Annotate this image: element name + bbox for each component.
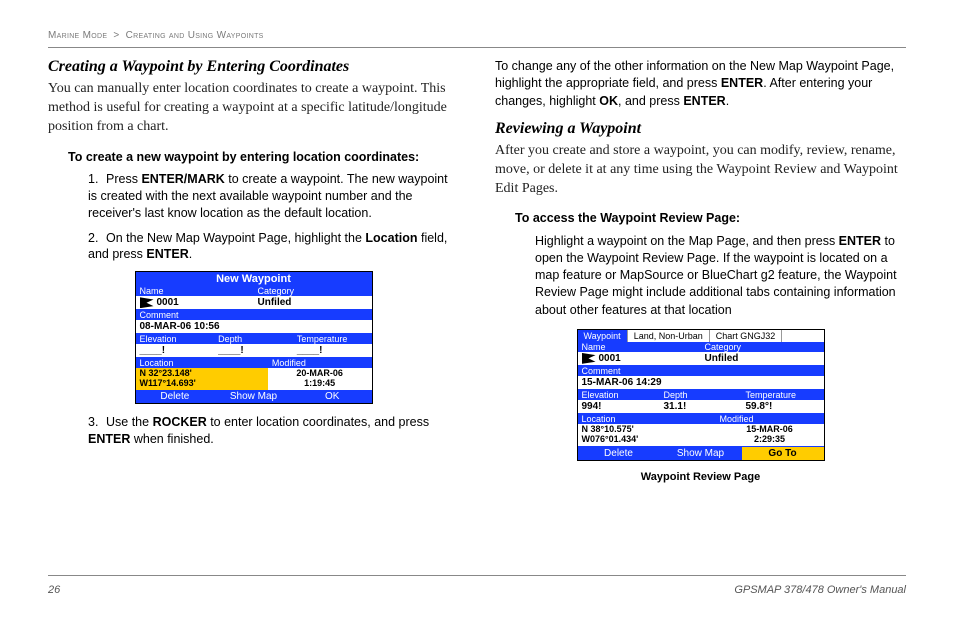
shot1-elev-field[interactable]: ____!	[136, 344, 215, 357]
shot2-tab-waypoint[interactable]: Waypoint	[578, 330, 628, 342]
shot2-tab-chart[interactable]: Chart GNGJ32	[710, 330, 783, 342]
header-rule	[48, 47, 906, 48]
shot2-elev-field[interactable]: 994!	[578, 400, 660, 413]
left-column: Creating a Waypoint by Entering Coordina…	[48, 58, 459, 483]
shot1-category-field[interactable]: Unfiled	[254, 296, 372, 309]
breadcrumb: Marine Mode > Creating and Using Waypoin…	[48, 30, 906, 41]
shot2-depth-field[interactable]: 31.1!	[660, 400, 742, 413]
step-1: 1.Press ENTER/MARK to create a waypoint.…	[88, 171, 459, 222]
heading-reviewing: Reviewing a Waypoint	[495, 120, 906, 138]
shot2-caption: Waypoint Review Page	[495, 471, 906, 483]
shot1-modified-field: 20-MAR-061:19:45	[268, 368, 372, 390]
right-column: To change any of the other information o…	[495, 58, 906, 483]
breadcrumb-sep: >	[113, 30, 119, 41]
footer-rule	[48, 575, 906, 576]
breadcrumb-part2: Creating and Using Waypoints	[126, 30, 264, 41]
step-2: 2.On the New Map Waypoint Page, highligh…	[88, 230, 459, 264]
shot1-ok-button[interactable]: OK	[293, 390, 372, 403]
step-3: 3.Use the ROCKER to enter location coord…	[88, 414, 459, 448]
shot1-temp-field[interactable]: ____!	[293, 344, 372, 357]
shot1-delete-button[interactable]: Delete	[136, 390, 215, 403]
shot1-location-field[interactable]: N 32°23.148'W117°14.693'	[136, 368, 268, 390]
subhead-access-review: To access the Waypoint Review Page:	[515, 210, 906, 226]
shot2-temp-field[interactable]: 59.8°!	[742, 400, 824, 413]
page-number: 26	[48, 584, 60, 596]
intro-text-left: You can manually enter location coordina…	[48, 80, 459, 137]
shot2-category-field[interactable]: Unfiled	[701, 352, 824, 365]
intro-text-right: After you create and store a waypoint, y…	[495, 142, 906, 199]
shot1-showmap-button[interactable]: Show Map	[214, 390, 293, 403]
shot2-name-field[interactable]: 0001	[578, 352, 701, 365]
shot2-goto-button[interactable]: Go To	[742, 447, 824, 460]
shot2-comment-field[interactable]: 15-MAR-06 14:29	[578, 376, 666, 389]
page-footer: 26 GPSMAP 378/478 Owner's Manual	[48, 584, 906, 596]
shot1-name-field[interactable]: 0001	[136, 296, 254, 309]
heading-creating-coords: Creating a Waypoint by Entering Coordina…	[48, 58, 459, 76]
subhead-create-coords: To create a new waypoint by entering loc…	[68, 149, 459, 165]
shot1-title: New Waypoint	[136, 272, 372, 286]
review-para: Highlight a waypoint on the Map Page, an…	[535, 233, 906, 319]
shot1-depth-field[interactable]: ____!	[214, 344, 293, 357]
shot2-showmap-button[interactable]: Show Map	[660, 447, 742, 460]
right-top-para: To change any of the other information o…	[495, 58, 906, 110]
shot1-comment-field[interactable]: 08-MAR-06 10:56	[136, 320, 224, 333]
shot2-tab-land[interactable]: Land, Non-Urban	[628, 330, 710, 342]
waypoint-flag-icon	[140, 297, 154, 308]
screenshot-waypoint-review: Waypoint Land, Non-Urban Chart GNGJ32 Na…	[577, 329, 825, 461]
shot2-delete-button[interactable]: Delete	[578, 447, 660, 460]
shot2-modified-field: 15-MAR-062:29:35	[716, 424, 824, 446]
shot2-location-field[interactable]: N 38°10.575'W076°01.434'	[578, 424, 716, 446]
breadcrumb-part1: Marine Mode	[48, 30, 107, 41]
waypoint-flag-icon	[582, 353, 596, 364]
screenshot-new-waypoint: New Waypoint NameCategory 0001 Unfiled C…	[135, 271, 373, 404]
manual-title: GPSMAP 378/478 Owner's Manual	[734, 584, 906, 596]
